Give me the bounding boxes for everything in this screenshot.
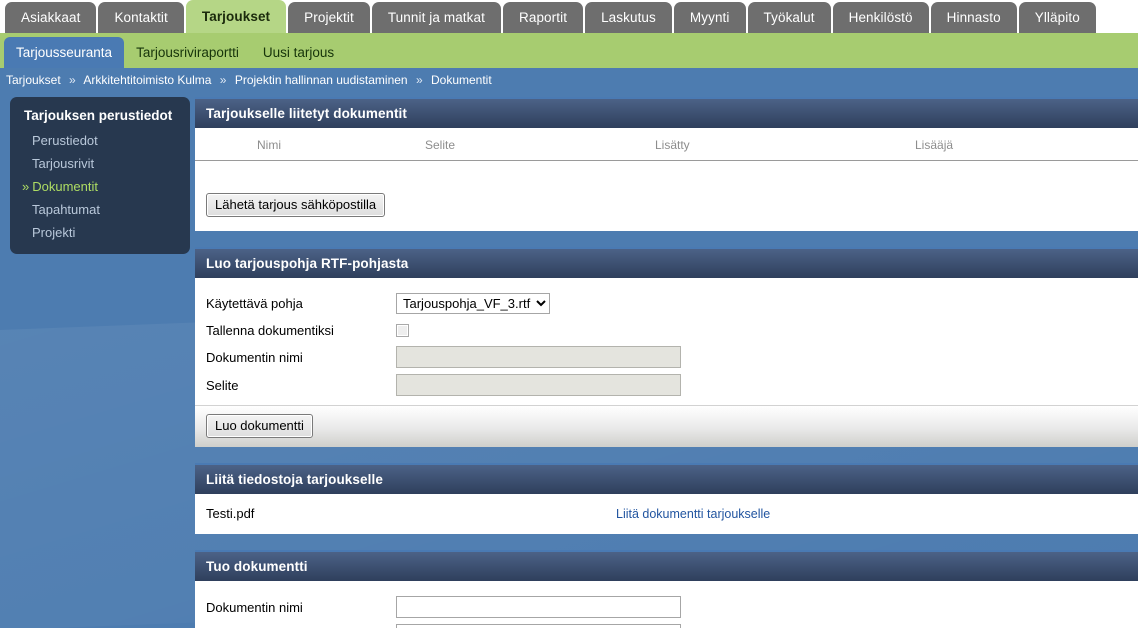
breadcrumb-separator: » [219, 73, 227, 87]
sidebar-title: Tarjouksen perustiedot [24, 108, 173, 123]
sidebar: Tarjouksen perustiedot Perustiedot Tarjo… [10, 97, 190, 254]
import-document-name-input[interactable] [396, 596, 681, 618]
nav-tab-projektit[interactable]: Projektit [288, 2, 370, 33]
label-tallenna-dokumentiksi: Tallenna dokumentiksi [206, 322, 334, 338]
nav-tab-asiakkaat[interactable]: Asiakkaat [5, 2, 97, 33]
row-document-name: Dokumentin nimi [195, 343, 1138, 371]
sidebar-item-label: Tapahtumat [32, 202, 100, 217]
rtf-document-name-input[interactable] [396, 346, 681, 368]
save-as-document-checkbox[interactable] [396, 323, 409, 337]
nav-tab-tyokalut[interactable]: Työkalut [747, 2, 831, 33]
panel-body-attached-documents: Nimi Selite Lisätty Lisääjä Lähetä tarjo… [195, 128, 1138, 231]
panel-title-attach-files: Liitä tiedostoja tarjoukselle [195, 463, 1138, 494]
sidebar-item-label: Dokumentit [32, 179, 98, 194]
column-header-lisaaja[interactable]: Lisääjä [915, 128, 1138, 161]
subnav-tab-tarjousriviraportti[interactable]: Tarjousriviraportti [124, 38, 251, 68]
table-header-row: Nimi Selite Lisätty Lisääjä [195, 128, 1138, 161]
documents-table: Nimi Selite Lisätty Lisääjä [195, 128, 1138, 161]
nav-tab-tunnit-ja-matkat[interactable]: Tunnit ja matkat [371, 2, 501, 33]
breadcrumb-separator: » [69, 73, 76, 87]
label-selite: Selite [206, 377, 239, 393]
sidebar-item-projekti[interactable]: Projekti [10, 221, 190, 244]
rtf-description-input[interactable] [396, 374, 681, 396]
import-description-input[interactable] [396, 624, 681, 628]
nav-tab-myynti[interactable]: Myynti [673, 2, 746, 33]
panel-title-rtf-template: Luo tarjouspohja RTF-pohjasta [195, 247, 1138, 278]
attach-document-link[interactable]: Liitä dokumentti tarjoukselle [616, 507, 770, 521]
nav-tab-kontaktit[interactable]: Kontaktit [98, 2, 184, 33]
nav-tab-laskutus[interactable]: Laskutus [585, 2, 672, 33]
sidebar-item-label: Perustiedot [32, 133, 98, 148]
sidebar-item-label: Tarjousrivit [32, 156, 95, 171]
panel-title-attached-documents: Tarjoukselle liitetyt dokumentit [195, 97, 1138, 128]
breadcrumb-item-offer[interactable]: Projektin hallinnan uudistaminen [235, 73, 408, 87]
send-offer-row: Lähetä tarjous sähköpostilla [195, 185, 1138, 231]
breadcrumb-item-customer[interactable]: Arkkitehtitoimisto Kulma [83, 73, 211, 87]
label-import-dokumentin-nimi: Dokumentin nimi [206, 599, 303, 615]
subnav-tab-tarjousseuranta[interactable]: Tarjousseuranta [4, 37, 125, 68]
chevron-right-icon: » [22, 179, 30, 194]
panel-body-import-document: Dokumentin nimi Selite Tiedosto * Choose… [195, 581, 1138, 628]
panel-body-attach-files: Testi.pdf Liitä dokumentti tarjoukselle [195, 494, 1138, 534]
import-document-form: Dokumentin nimi Selite Tiedosto * Choose… [195, 581, 1138, 628]
attached-file-name: Testi.pdf [206, 506, 255, 521]
row-description: Selite [195, 371, 1138, 399]
primary-navigation: Asiakkaat Kontaktit Tarjoukset Projektit… [0, 0, 1138, 33]
column-header-nimi[interactable]: Nimi [195, 128, 425, 161]
panel-title-import-document: Tuo dokumentti [195, 550, 1138, 581]
secondary-navigation: Tarjousseuranta Tarjousriviraportti Uusi… [0, 33, 1138, 68]
nav-tab-henkilosto[interactable]: Henkilöstö [832, 2, 929, 33]
label-dokumentin-nimi: Dokumentin nimi [206, 349, 303, 365]
sidebar-item-dokumentit[interactable]: » Dokumentit [10, 175, 190, 198]
row-import-description: Selite [195, 621, 1138, 628]
sidebar-item-perustiedot[interactable]: Perustiedot [10, 129, 190, 152]
panel-attached-documents: Tarjoukselle liitetyt dokumentit Nimi Se… [195, 97, 1138, 231]
nav-tab-tarjoukset[interactable]: Tarjoukset [185, 0, 287, 33]
panel-rtf-template: Luo tarjouspohja RTF-pohjasta Käytettävä… [195, 247, 1138, 447]
subnav-tab-uusi-tarjous[interactable]: Uusi tarjous [251, 38, 346, 68]
attach-file-row: Testi.pdf Liitä dokumentti tarjoukselle [195, 494, 1138, 534]
breadcrumb-item-dokumentit[interactable]: Dokumentit [431, 73, 492, 87]
column-header-lisatty[interactable]: Lisätty [655, 128, 915, 161]
nav-tab-yllapito[interactable]: Ylläpito [1018, 2, 1096, 33]
panel-body-rtf-template: Käytettävä pohja Tarjouspohja_VF_3.rtf T… [195, 278, 1138, 447]
row-template: Käytettävä pohja Tarjouspohja_VF_3.rtf [195, 290, 1138, 317]
nav-tab-raportit[interactable]: Raportit [502, 2, 584, 33]
sidebar-item-tarjousrivit[interactable]: Tarjousrivit [10, 152, 190, 175]
breadcrumb-separator: » [415, 73, 423, 87]
breadcrumb: Tarjoukset » Arkkitehtitoimisto Kulma » … [0, 68, 1138, 93]
create-document-button[interactable]: Luo dokumentti [206, 414, 313, 438]
rtf-template-footer: Luo dokumentti [195, 405, 1138, 447]
row-save-as-document: Tallenna dokumentiksi [195, 317, 1138, 343]
page-layout: Tarjouksen perustiedot Perustiedot Tarjo… [0, 93, 1138, 628]
breadcrumb-item-tarjoukset[interactable]: Tarjoukset [6, 73, 61, 87]
table-empty-spacer [195, 161, 1138, 185]
sidebar-item-label: Projekti [32, 225, 76, 240]
sidebar-item-tapahtumat[interactable]: Tapahtumat [10, 198, 190, 221]
rtf-template-form: Käytettävä pohja Tarjouspohja_VF_3.rtf T… [195, 278, 1138, 405]
panel-attach-files: Liitä tiedostoja tarjoukselle Testi.pdf … [195, 463, 1138, 534]
main-content: Tarjoukselle liitetyt dokumentit Nimi Se… [195, 97, 1138, 628]
label-kaytettava-pohja: Käytettävä pohja [206, 296, 303, 311]
panel-import-document: Tuo dokumentti Dokumentin nimi Selite Ti… [195, 550, 1138, 628]
send-offer-by-email-button[interactable]: Lähetä tarjous sähköpostilla [206, 193, 386, 217]
column-header-selite[interactable]: Selite [425, 128, 655, 161]
template-select[interactable]: Tarjouspohja_VF_3.rtf [396, 293, 550, 314]
nav-tab-hinnasto[interactable]: Hinnasto [930, 2, 1017, 33]
row-import-document-name: Dokumentin nimi [195, 593, 1138, 621]
